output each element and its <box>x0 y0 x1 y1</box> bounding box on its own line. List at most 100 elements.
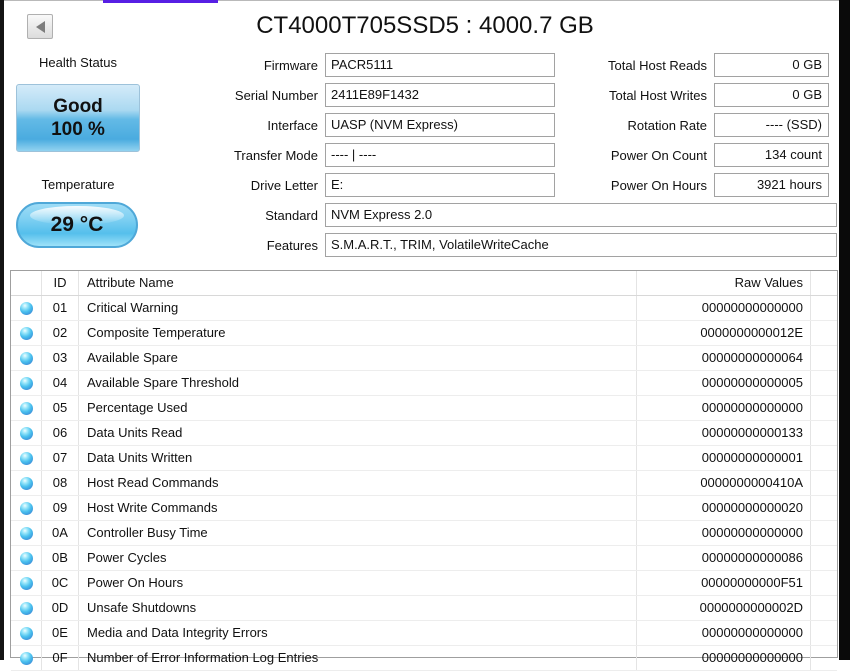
attribute-raw-value: 00000000000005 <box>637 371 811 395</box>
field-value-box: ---- | ---- <box>325 143 555 167</box>
attribute-id: 05 <box>42 396 79 420</box>
indicator-cell <box>11 321 42 345</box>
background-window-accent-strip <box>103 0 218 3</box>
attribute-raw-value: 00000000000000 <box>637 521 811 545</box>
info-field-row: Features S.M.A.R.T., TRIM, VolatileWrite… <box>0 233 837 257</box>
indicator-cell <box>11 571 42 595</box>
field-label: Power On Count <box>560 148 707 163</box>
attribute-raw-value: 0000000000012E <box>637 321 811 345</box>
row-padding <box>811 346 837 370</box>
attribute-raw-value: 00000000000000 <box>637 396 811 420</box>
table-row[interactable]: 08 Host Read Commands 0000000000410A <box>11 471 837 496</box>
row-padding <box>811 421 837 445</box>
row-padding <box>811 621 837 645</box>
attribute-raw-value: 00000000000001 <box>637 446 811 470</box>
table-row[interactable]: 01 Critical Warning 00000000000000 <box>11 296 837 321</box>
field-value-box: S.M.A.R.T., TRIM, VolatileWriteCache <box>325 233 837 257</box>
attribute-name: Available Spare Threshold <box>79 371 637 395</box>
field-value-box: 3921 hours <box>714 173 829 197</box>
table-row[interactable]: 02 Composite Temperature 0000000000012E <box>11 321 837 346</box>
field-label: Drive Letter <box>0 178 318 193</box>
status-indicator-orb-icon <box>20 527 33 540</box>
indicator-cell <box>11 471 42 495</box>
field-value-box: UASP (NVM Express) <box>325 113 555 137</box>
header-id: ID <box>42 271 79 295</box>
indicator-cell <box>11 396 42 420</box>
status-indicator-orb-icon <box>20 427 33 440</box>
field-value-box: E: <box>325 173 555 197</box>
field-value-box: 0 GB <box>714 53 829 77</box>
field-label: Total Host Reads <box>560 58 707 73</box>
field-label: Firmware <box>0 58 318 73</box>
attribute-id: 06 <box>42 421 79 445</box>
indicator-cell <box>11 546 42 570</box>
table-row[interactable]: 03 Available Spare 00000000000064 <box>11 346 837 371</box>
info-field-row: Standard NVM Express 2.0 <box>0 203 837 227</box>
indicator-cell <box>11 371 42 395</box>
status-indicator-orb-icon <box>20 602 33 615</box>
table-row[interactable]: 09 Host Write Commands 00000000000020 <box>11 496 837 521</box>
indicator-cell <box>11 446 42 470</box>
attribute-raw-value: 00000000000064 <box>637 346 811 370</box>
row-padding <box>811 371 837 395</box>
smart-attribute-table: ID Attribute Name Raw Values 01 Critical… <box>10 270 838 658</box>
attribute-name: Media and Data Integrity Errors <box>79 621 637 645</box>
attribute-id: 0C <box>42 571 79 595</box>
table-row[interactable]: 0A Controller Busy Time 00000000000000 <box>11 521 837 546</box>
field-label: Serial Number <box>0 88 318 103</box>
indicator-cell <box>11 621 42 645</box>
status-indicator-orb-icon <box>20 352 33 365</box>
attribute-raw-value: 0000000000002D <box>637 596 811 620</box>
table-row[interactable]: 06 Data Units Read 00000000000133 <box>11 421 837 446</box>
row-padding <box>811 596 837 620</box>
table-row[interactable]: 0B Power Cycles 00000000000086 <box>11 546 837 571</box>
header-indicator-column <box>11 271 42 295</box>
background-window-edge-right <box>839 0 850 660</box>
table-row[interactable]: 05 Percentage Used 00000000000000 <box>11 396 837 421</box>
row-padding <box>811 571 837 595</box>
attribute-id: 0E <box>42 621 79 645</box>
status-indicator-orb-icon <box>20 327 33 340</box>
attribute-raw-value: 00000000000000 <box>637 646 811 670</box>
info-field-row: Total Host Writes 0 GB <box>560 83 829 107</box>
field-label: Transfer Mode <box>0 148 318 163</box>
header-raw-values: Raw Values <box>637 271 811 295</box>
table-row[interactable]: 0C Power On Hours 00000000000F51 <box>11 571 837 596</box>
attribute-raw-value: 00000000000F51 <box>637 571 811 595</box>
attribute-name: Power On Hours <box>79 571 637 595</box>
field-label: Interface <box>0 118 318 133</box>
attribute-id: 01 <box>42 296 79 320</box>
indicator-cell <box>11 596 42 620</box>
info-field-row: Rotation Rate ---- (SSD) <box>560 113 829 137</box>
attribute-id: 0B <box>42 546 79 570</box>
status-indicator-orb-icon <box>20 377 33 390</box>
attribute-name: Critical Warning <box>79 296 637 320</box>
field-value-box: 0 GB <box>714 83 829 107</box>
status-indicator-orb-icon <box>20 577 33 590</box>
table-row[interactable]: 0D Unsafe Shutdowns 0000000000002D <box>11 596 837 621</box>
table-row[interactable]: 0E Media and Data Integrity Errors 00000… <box>11 621 837 646</box>
attribute-id: 0D <box>42 596 79 620</box>
info-field-row: Power On Hours 3921 hours <box>560 173 829 197</box>
field-value-box: NVM Express 2.0 <box>325 203 837 227</box>
row-padding <box>811 296 837 320</box>
info-field-row: Power On Count 134 count <box>560 143 829 167</box>
indicator-cell <box>11 521 42 545</box>
field-label: Power On Hours <box>560 178 707 193</box>
field-value-box: PACR5111 <box>325 53 555 77</box>
indicator-cell <box>11 346 42 370</box>
status-indicator-orb-icon <box>20 552 33 565</box>
header-attribute-name: Attribute Name <box>79 271 637 295</box>
field-label: Standard <box>0 208 318 223</box>
table-row[interactable]: 04 Available Spare Threshold 00000000000… <box>11 371 837 396</box>
field-value-box: ---- (SSD) <box>714 113 829 137</box>
field-label: Features <box>0 238 318 253</box>
table-row[interactable]: 0F Number of Error Information Log Entri… <box>11 646 837 671</box>
attribute-name: Controller Busy Time <box>79 521 637 545</box>
attribute-name: Host Write Commands <box>79 496 637 520</box>
attribute-id: 0F <box>42 646 79 670</box>
row-padding <box>811 321 837 345</box>
attribute-name: Percentage Used <box>79 396 637 420</box>
table-row[interactable]: 07 Data Units Written 00000000000001 <box>11 446 837 471</box>
indicator-cell <box>11 646 42 670</box>
